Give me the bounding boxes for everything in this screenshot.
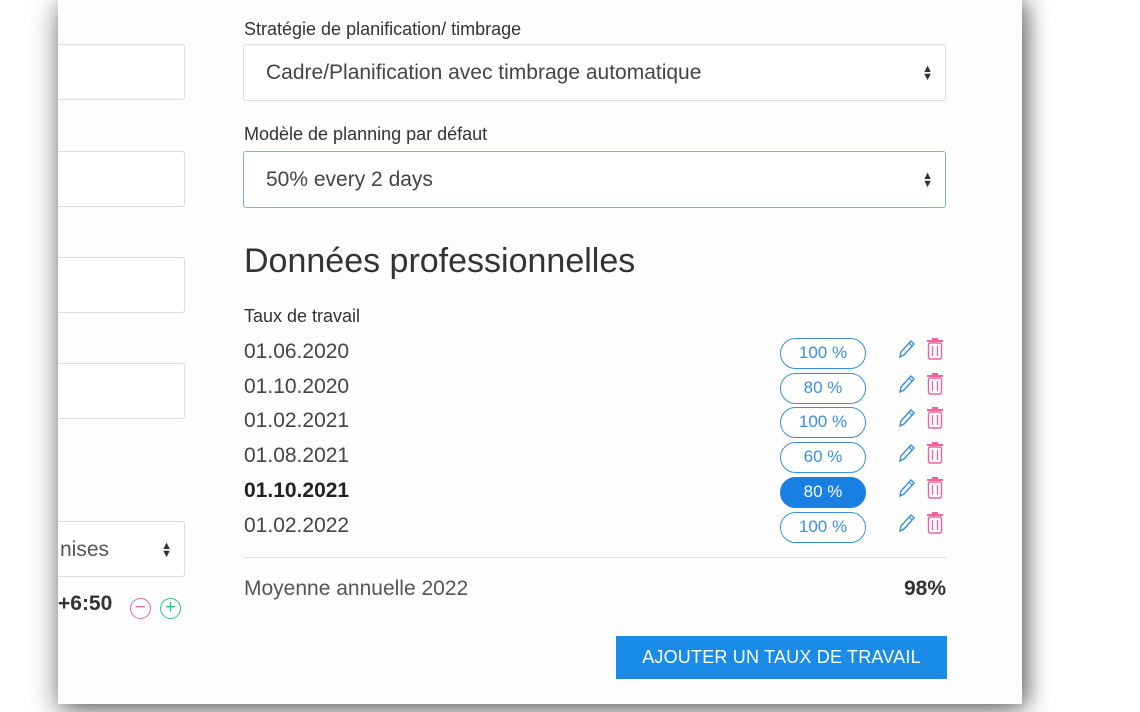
trash-icon[interactable] [924, 440, 946, 466]
work-rate-row: 01.08.2021 60 % [244, 442, 947, 479]
planning-strategy-select[interactable]: Cadre/Planification avec timbrage automa… [243, 44, 946, 101]
pencil-icon[interactable] [896, 371, 918, 397]
minus-circle-icon[interactable]: − [130, 598, 151, 619]
work-rate-date: 01.02.2022 [244, 514, 350, 537]
work-rate-date: 01.10.2021 [244, 479, 350, 502]
left-input-2[interactable] [58, 151, 185, 207]
left-input-1[interactable] [58, 44, 185, 100]
work-rate-pill[interactable]: 80 % [780, 373, 866, 404]
time-adjust-value: +6:50 [58, 592, 113, 615]
planning-strategy-value: Cadre/Planification avec timbrage automa… [266, 61, 702, 84]
default-planning-label: Modèle de planning par défaut [244, 124, 488, 144]
work-rate-row: 01.10.2021 80 % [244, 477, 947, 514]
trash-icon[interactable] [924, 510, 946, 536]
add-work-rate-button[interactable]: AJOUTER UN TAUX DE TRAVAIL [616, 636, 947, 679]
updown-arrows-icon: ▲ ▼ [922, 170, 933, 190]
default-planning-value: 50% every 2 days [266, 168, 433, 191]
divider [243, 557, 946, 558]
planning-strategy-label: Stratégie de planification/ timbrage [244, 19, 522, 39]
pencil-icon[interactable] [896, 510, 918, 536]
work-rate-pill[interactable]: 100 % [780, 407, 866, 438]
updown-arrows-icon: ▲ ▼ [161, 540, 172, 560]
default-planning-select[interactable]: 50% every 2 days ▲ ▼ [243, 151, 946, 208]
left-input-3[interactable] [58, 257, 185, 313]
work-rate-date: 01.06.2020 [244, 340, 350, 363]
pencil-icon[interactable] [896, 336, 918, 362]
work-rate-row: 01.02.2021 100 % [244, 407, 947, 444]
plus-circle-icon[interactable]: + [160, 598, 181, 619]
work-rate-label: Taux de travail [244, 306, 361, 326]
work-rate-row: 01.06.2020 100 % [244, 338, 947, 375]
work-rate-date: 01.10.2020 [244, 375, 350, 398]
work-rate-date: 01.02.2021 [244, 409, 350, 432]
work-rate-pill[interactable]: 100 % [780, 338, 866, 369]
left-select-value: nises [60, 538, 110, 561]
trash-icon[interactable] [924, 371, 946, 397]
left-select[interactable]: nises ▲ ▼ [58, 521, 185, 577]
trash-icon[interactable] [924, 475, 946, 501]
annual-average-label: Moyenne annuelle 2022 [244, 577, 469, 600]
work-rate-date: 01.08.2021 [244, 444, 350, 467]
trash-icon[interactable] [924, 336, 946, 362]
section-title: Données professionnelles [244, 242, 636, 280]
work-rate-row: 01.02.2022 100 % [244, 512, 947, 549]
work-rate-row: 01.10.2020 80 % [244, 373, 947, 410]
work-rate-pill[interactable]: 60 % [780, 442, 866, 473]
work-rate-pill[interactable]: 100 % [780, 512, 866, 543]
trash-icon[interactable] [924, 405, 946, 431]
left-input-4[interactable] [58, 363, 185, 419]
pencil-icon[interactable] [896, 405, 918, 431]
work-rate-pill[interactable]: 80 % [780, 477, 866, 508]
updown-arrows-icon: ▲ ▼ [922, 63, 933, 83]
pencil-icon[interactable] [896, 440, 918, 466]
pencil-icon[interactable] [896, 475, 918, 501]
annual-average-value: 98% [903, 577, 946, 600]
